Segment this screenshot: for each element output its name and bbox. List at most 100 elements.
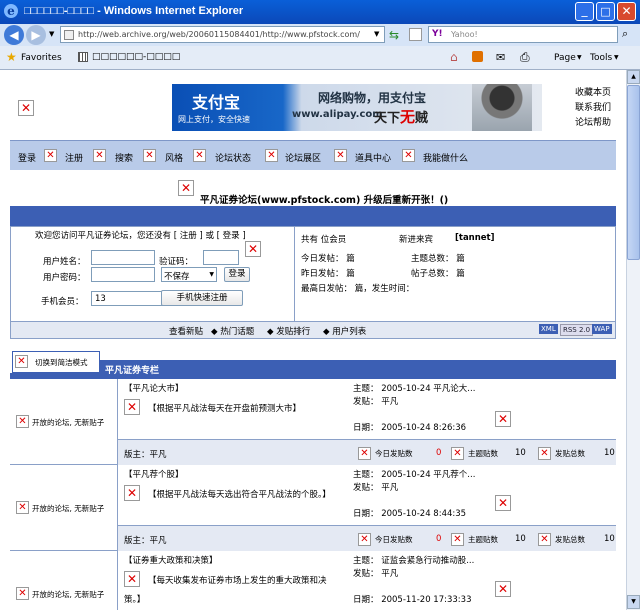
chevron-down-icon: ▼	[577, 54, 582, 61]
favorites-star-icon[interactable]: ★	[6, 50, 17, 64]
tools-menu[interactable]: Tools	[590, 53, 612, 63]
mail-icon[interactable]: ✉	[496, 51, 505, 64]
username-input[interactable]	[91, 250, 155, 265]
forum-last-date: 日期： 2005-11-20 17:33:33	[353, 595, 472, 605]
link-new-posts[interactable]: 查看新贴	[169, 325, 203, 337]
forum-last-post-icon: ✕	[495, 581, 511, 597]
scroll-up-button[interactable]: ▲	[627, 70, 640, 84]
verification-code-input[interactable]	[203, 250, 239, 265]
back-button[interactable]: ◀	[4, 25, 24, 45]
today-posts-icon: ✕	[358, 447, 371, 460]
link-bookmark[interactable]: 收藏本页	[575, 86, 611, 101]
forum-status-icon: ✕	[16, 501, 29, 514]
login-button[interactable]: 登录	[224, 267, 250, 282]
site-logo-broken-icon: ✕	[18, 100, 34, 116]
page-menu[interactable]: Page	[554, 53, 576, 63]
maximize-button[interactable]: □	[596, 2, 615, 21]
stop-button[interactable]	[409, 28, 422, 41]
scroll-thumb[interactable]	[627, 85, 640, 260]
nav-register[interactable]: 注册	[65, 151, 83, 164]
mobile-input[interactable]: 13	[91, 291, 163, 306]
forum-last-topic[interactable]: 主题： 证监会紧急行动推动股...	[353, 554, 474, 566]
link-contact[interactable]: 联系我们	[575, 101, 611, 116]
section-header	[100, 360, 616, 379]
feed-wap-badge[interactable]: WAP	[592, 324, 612, 334]
main-nav: 登录 ✕ 注册 ✕ 搜索 ✕ 风格 ✕ 论坛状态 ✕ 论坛展区 ✕ 道具中心 ✕…	[10, 140, 616, 170]
history-dropdown-icon[interactable]: ▼	[49, 30, 54, 38]
topic-count: 10	[515, 448, 526, 458]
forum-status-text: 开放的论坛, 无新贴子	[32, 590, 105, 599]
forum-name[interactable]: 【证券重大政策和决策】	[124, 554, 218, 566]
topic-count-icon: ✕	[451, 533, 464, 546]
search-input[interactable]: Y! Yahoo!	[428, 26, 618, 43]
nav-style[interactable]: 风格	[165, 151, 183, 164]
section-title: 平凡证券专栏	[105, 366, 160, 376]
quick-register-button[interactable]: 手机快速注册	[161, 290, 243, 306]
forum-name[interactable]: 【平凡论大市】	[124, 382, 184, 394]
scroll-down-button[interactable]: ▼	[627, 595, 640, 609]
grid-tab-icon[interactable]	[78, 52, 88, 62]
forum-last-topic[interactable]: 主题： 2005-10-24 平凡论大...	[353, 382, 475, 394]
password-input[interactable]	[91, 267, 155, 282]
nav-forum-showcase[interactable]: 论坛展区	[285, 151, 321, 164]
forum-status-cell: ✕ 开放的论坛, 无新贴子	[10, 379, 118, 465]
topic-count-label: 主题贴数	[468, 535, 498, 544]
post-count: 10	[604, 534, 615, 544]
info-header-band	[10, 206, 616, 226]
nav-props-center[interactable]: 道具中心	[355, 151, 391, 164]
link-hot-topics[interactable]: ◆ 热门话题	[211, 325, 254, 337]
announcement-text[interactable]: 平凡证券论坛(www.pfstock.com) 升级后重新开张！()	[200, 192, 448, 206]
login-stats-box: 欢迎您访问平凡证券论坛，您还没有 [ 注册 ] 或 [ 登录 ] 用户姓名： 验…	[10, 226, 616, 322]
feed-rss-badge[interactable]: RSS 2.0	[560, 324, 594, 336]
link-hot-topics-label: 热门话题	[220, 327, 255, 337]
link-post-ranking[interactable]: ◆ 发贴排行	[267, 325, 310, 337]
forum-status-icon: ✕	[16, 415, 29, 428]
forum-stats-bar: 版主：平凡 ✕ 今日发贴数 0 ✕ 主题贴数 10 ✕ 发贴总数 10	[118, 525, 616, 551]
close-button[interactable]: ✕	[617, 2, 636, 21]
nav-search[interactable]: 搜索	[115, 151, 133, 164]
minimize-button[interactable]: _	[575, 2, 594, 21]
nav-what-can-i-do[interactable]: 我能做什么	[423, 151, 468, 164]
nav-separator-icon: ✕	[93, 149, 106, 162]
forum-last-post-icon: ✕	[495, 411, 511, 427]
forum-name[interactable]: 【平凡荐个股】	[124, 468, 184, 480]
print-icon[interactable]: ⎙	[520, 50, 530, 65]
forum-status-cell: ✕ 开放的论坛, 无新贴子	[10, 465, 118, 551]
address-dropdown-icon[interactable]: ▼	[374, 30, 379, 38]
feed-xml-badge[interactable]: XML	[539, 324, 558, 334]
forum-last-post-icon: ✕	[495, 495, 511, 511]
home-icon[interactable]: ⌂	[450, 50, 458, 64]
forum-status-icon: ✕	[16, 587, 29, 600]
page-viewport: ✕ 支付宝 网上支付，安全快速 网络购物，用支付宝 www.alipay.com…	[0, 70, 626, 610]
feeds-icon[interactable]	[472, 51, 483, 62]
save-login-value: 不保存	[164, 272, 190, 282]
code-label: 验证码：	[159, 257, 194, 267]
tab-title[interactable]: □□□□□□-□□□□	[92, 52, 180, 62]
address-url: http://web.archive.org/web/2006011508440…	[78, 30, 360, 39]
address-field[interactable]: http://web.archive.org/web/2006011508440…	[60, 26, 385, 43]
alipay-banner[interactable]: 支付宝 网上支付，安全快速 网络购物，用支付宝 www.alipay.com 天…	[172, 84, 542, 131]
link-user-list[interactable]: ◆ 用户列表	[323, 325, 366, 337]
forum-status-text: 开放的论坛, 无新贴子	[32, 418, 105, 427]
announcement-icon: ✕	[178, 180, 194, 196]
nav-login[interactable]: 登录	[18, 151, 36, 164]
favorites-label[interactable]: Favorites	[21, 53, 62, 63]
post-count-label: 发贴总数	[555, 535, 585, 544]
stats-newcomer[interactable]: [tannet]	[455, 233, 495, 243]
save-login-select[interactable]: 不保存 ▼	[161, 267, 217, 282]
nav-forum-status[interactable]: 论坛状态	[215, 151, 251, 164]
forum-last-topic[interactable]: 主题： 2005-10-24 平凡荐个...	[353, 468, 475, 480]
stats-today: 今日发帖： 篇	[301, 254, 355, 264]
forward-button[interactable]: ▶	[26, 25, 46, 45]
topic-count-label: 主题贴数	[468, 449, 498, 458]
search-icon[interactable]: ⌕	[622, 27, 628, 41]
banner-slogan2-c: 贼	[415, 111, 429, 126]
link-user-list-label: 用户列表	[332, 327, 367, 337]
refresh-button[interactable]: ⇆	[389, 28, 404, 42]
vertical-scrollbar[interactable]: ▲ ▼	[626, 70, 640, 610]
banner-person-image	[472, 84, 532, 131]
nav-separator-icon: ✕	[402, 149, 415, 162]
link-help[interactable]: 论坛帮助	[575, 116, 611, 131]
forum-last-date: 日期： 2005-10-24 8:44:35	[353, 509, 467, 519]
mode-toggle-box[interactable]: ✕ 切换到简洁模式	[12, 351, 100, 373]
